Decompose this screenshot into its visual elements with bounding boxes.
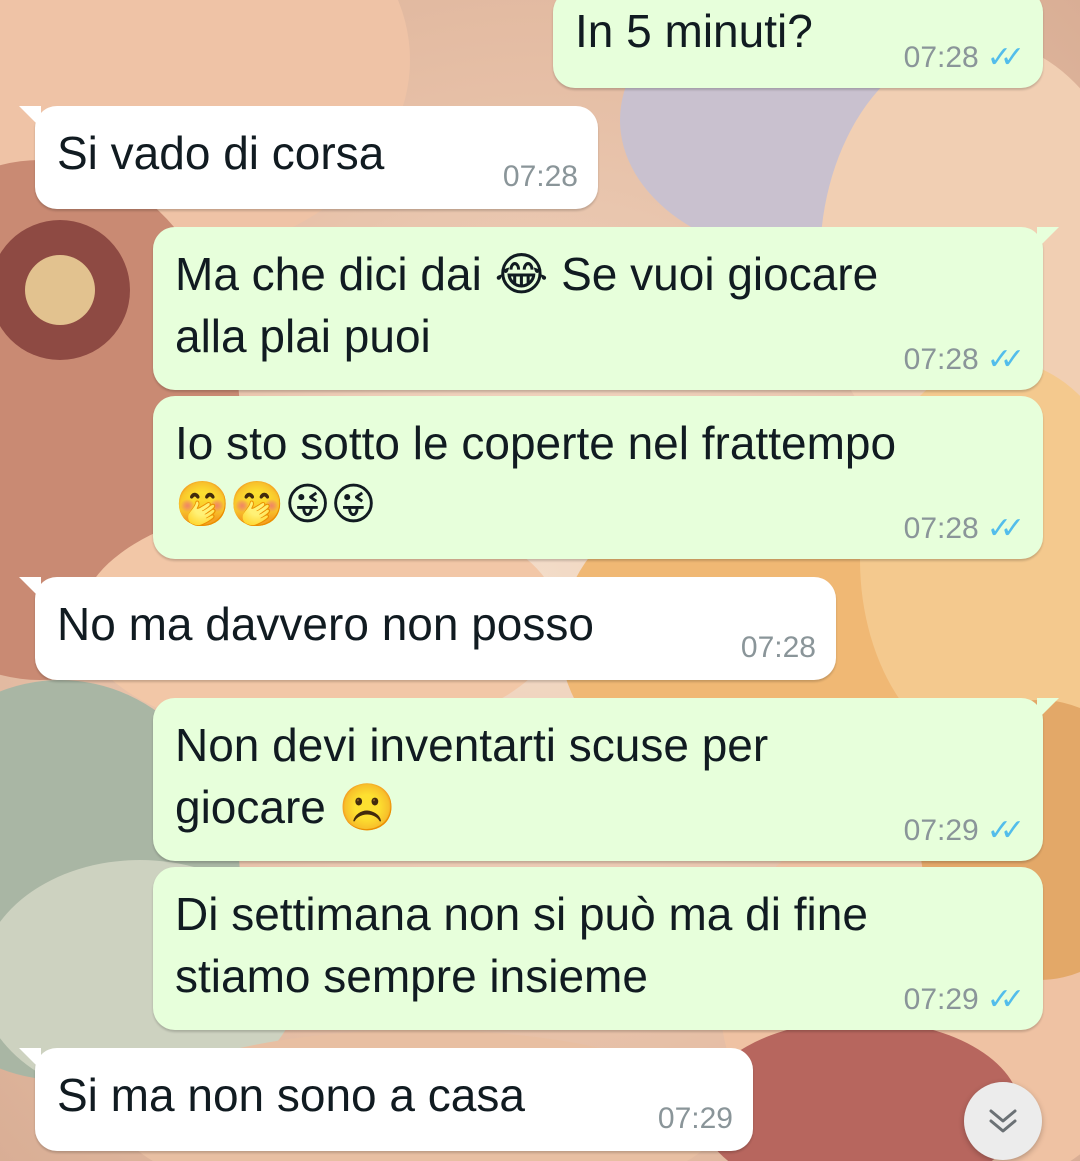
message-meta: 07:28 ✓✓ bbox=[903, 512, 1025, 545]
double-check-icon: ✓✓ bbox=[986, 983, 1025, 1016]
outgoing-message[interactable]: Non devi inventarti scuse per giocare ☹️… bbox=[153, 698, 1059, 861]
message-time: 07:29 bbox=[903, 814, 979, 847]
message-time: 07:28 bbox=[903, 512, 979, 545]
outgoing-message[interactable]: Io sto sotto le coperte nel frattempo 🤭🤭… bbox=[153, 396, 1043, 559]
message-line: Io sto sotto le coperte nel frattempo bbox=[175, 417, 897, 469]
message-meta: 07:29 ✓✓ bbox=[903, 814, 1025, 847]
message-time: 07:28 bbox=[740, 631, 816, 664]
message-time: 07:28 bbox=[903, 41, 979, 74]
double-check-icon: ✓✓ bbox=[986, 343, 1025, 376]
message-time: 07:28 bbox=[903, 343, 979, 376]
message-meta: 07:29 bbox=[658, 1103, 733, 1135]
message-text: Si ma non sono a casa bbox=[57, 1069, 525, 1121]
chevron-double-down-icon bbox=[989, 1109, 1017, 1133]
message-line: giocare ☹️ bbox=[175, 781, 396, 833]
message-text: Non devi inventarti scuse per giocare ☹️ bbox=[175, 714, 1023, 838]
incoming-message[interactable]: Si vado di corsa 07:28 bbox=[19, 106, 598, 209]
message-meta: 07:28 bbox=[741, 632, 816, 664]
message-text: Ma che dici dai 😂 Se vuoi giocare alla p… bbox=[175, 243, 1023, 367]
outgoing-message[interactable]: Ma che dici dai 😂 Se vuoi giocare alla p… bbox=[153, 227, 1059, 390]
message-meta: 07:28 ✓✓ bbox=[903, 41, 1025, 74]
message-meta: 07:29 ✓✓ bbox=[903, 983, 1025, 1016]
scroll-to-bottom-button[interactable] bbox=[964, 1082, 1042, 1160]
outgoing-message[interactable]: In 5 minuti? 07:28 ✓✓ bbox=[553, 0, 1043, 88]
incoming-message[interactable]: No ma davvero non posso 07:28 bbox=[19, 577, 836, 680]
message-text: Io sto sotto le coperte nel frattempo 🤭🤭… bbox=[175, 412, 1023, 536]
incoming-message[interactable]: Si ma non sono a casa 07:29 bbox=[19, 1048, 753, 1151]
message-text: Si vado di corsa bbox=[57, 127, 385, 179]
message-time: 07:29 bbox=[657, 1102, 733, 1135]
message-line: 🤭🤭😜😜 bbox=[175, 479, 377, 530]
message-text: No ma davvero non posso bbox=[57, 598, 594, 650]
message-time: 07:29 bbox=[903, 983, 979, 1016]
message-line: Di settimana non si può ma di fine bbox=[175, 888, 868, 940]
message-line: Non devi inventarti scuse per bbox=[175, 719, 769, 771]
message-line: Ma che dici dai 😂 Se vuoi giocare bbox=[175, 248, 879, 300]
message-line: stiamo sempre insieme bbox=[175, 950, 648, 1002]
outgoing-message[interactable]: Di settimana non si può ma di fine stiam… bbox=[153, 867, 1043, 1030]
message-time: 07:28 bbox=[502, 160, 578, 193]
double-check-icon: ✓✓ bbox=[986, 512, 1025, 545]
message-meta: 07:28 ✓✓ bbox=[903, 343, 1025, 376]
message-meta: 07:28 bbox=[503, 161, 578, 193]
message-line: alla plai puoi bbox=[175, 310, 431, 362]
double-check-icon: ✓✓ bbox=[986, 41, 1025, 74]
message-text: Di settimana non si può ma di fine stiam… bbox=[175, 883, 1023, 1007]
double-check-icon: ✓✓ bbox=[986, 814, 1025, 847]
